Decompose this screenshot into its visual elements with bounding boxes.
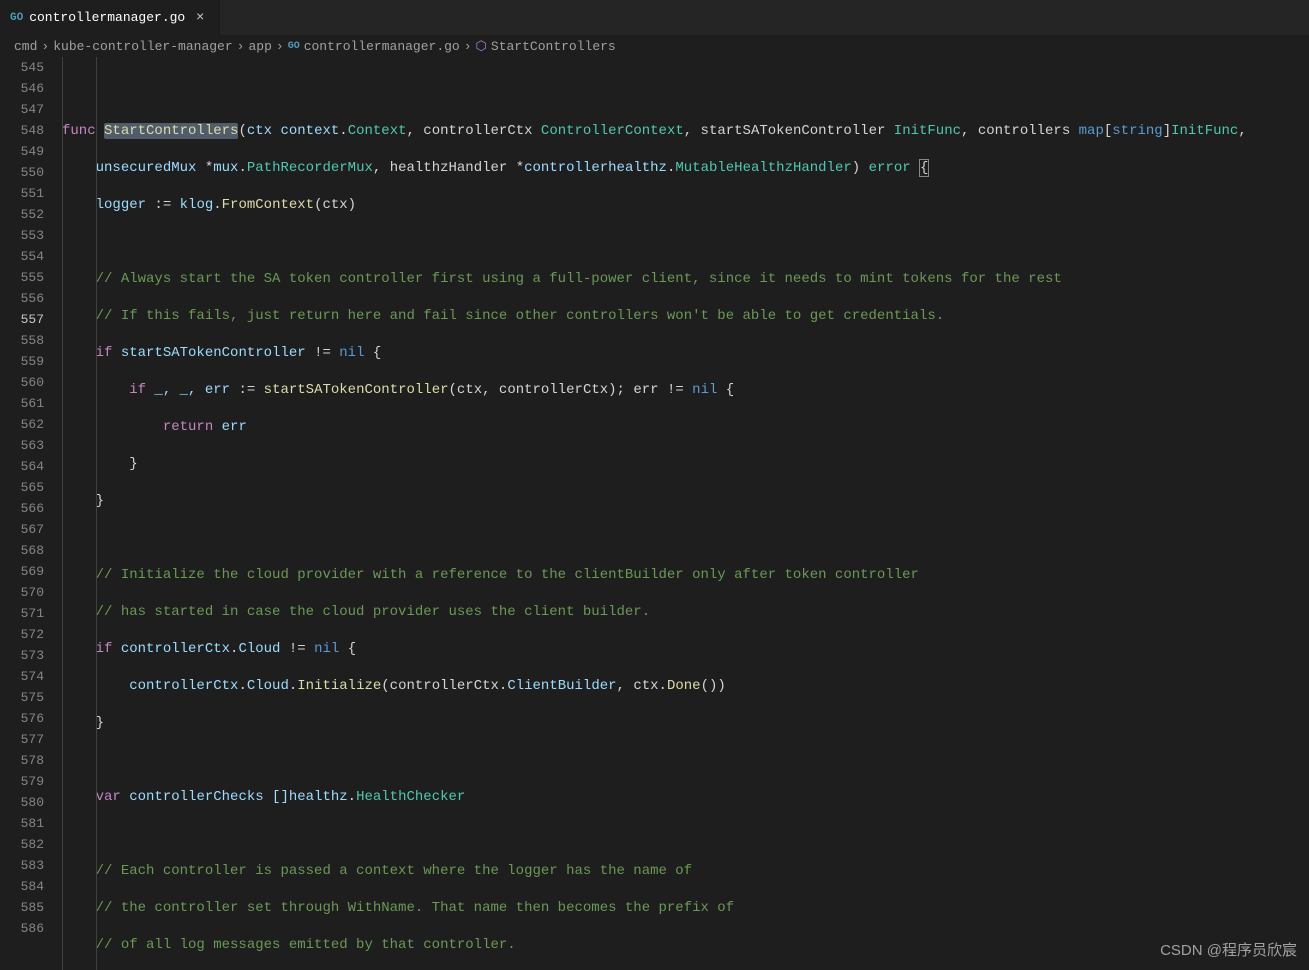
line-number: 556 xyxy=(0,288,44,309)
editor[interactable]: 5455465475485495505515525535545555565575… xyxy=(0,57,1309,970)
breadcrumb[interactable]: cmd › kube-controller-manager › app › GO… xyxy=(0,35,1309,57)
line-number: 550 xyxy=(0,162,44,183)
line-number: 583 xyxy=(0,855,44,876)
line-number: 581 xyxy=(0,813,44,834)
chevron-right-icon: › xyxy=(464,39,472,54)
line-number: 585 xyxy=(0,897,44,918)
breadcrumb-symbol[interactable]: StartControllers xyxy=(491,39,616,54)
line-number: 574 xyxy=(0,666,44,687)
line-number: 561 xyxy=(0,393,44,414)
breadcrumb-part[interactable]: app xyxy=(248,39,271,54)
breadcrumb-file[interactable]: controllermanager.go xyxy=(304,39,460,54)
breadcrumb-part[interactable]: cmd xyxy=(14,39,37,54)
line-number: 563 xyxy=(0,435,44,456)
tab-active[interactable]: GO controllermanager.go × xyxy=(0,0,220,35)
line-number: 582 xyxy=(0,834,44,855)
line-number: 562 xyxy=(0,414,44,435)
line-number: 559 xyxy=(0,351,44,372)
symbol-method-icon: ⬡ xyxy=(476,39,487,54)
line-number: 578 xyxy=(0,750,44,771)
line-number: 571 xyxy=(0,603,44,624)
line-number: 584 xyxy=(0,876,44,897)
line-number: 576 xyxy=(0,708,44,729)
line-number: 545 xyxy=(0,57,44,78)
line-number: 548 xyxy=(0,120,44,141)
line-number: 567 xyxy=(0,519,44,540)
line-number: 549 xyxy=(0,141,44,162)
watermark: CSDN @程序员欣宸 xyxy=(1160,939,1297,960)
go-file-icon: GO xyxy=(288,41,300,52)
line-number: 565 xyxy=(0,477,44,498)
line-number: 551 xyxy=(0,183,44,204)
line-number: 573 xyxy=(0,645,44,666)
line-number: 566 xyxy=(0,498,44,519)
line-number: 552 xyxy=(0,204,44,225)
line-number: 579 xyxy=(0,771,44,792)
line-number: 577 xyxy=(0,729,44,750)
code-area[interactable]: func StartControllers(ctx context.Contex… xyxy=(62,57,1309,970)
line-number: 569 xyxy=(0,561,44,582)
line-number: 572 xyxy=(0,624,44,645)
chevron-right-icon: › xyxy=(237,39,245,54)
function-name: StartControllers xyxy=(104,123,238,139)
tab-bar: GO controllermanager.go × xyxy=(0,0,1309,35)
go-file-icon: GO xyxy=(10,12,23,24)
chevron-right-icon: › xyxy=(276,39,284,54)
line-number: 570 xyxy=(0,582,44,603)
line-number: 580 xyxy=(0,792,44,813)
line-number: 586 xyxy=(0,918,44,939)
line-number-gutter: 5455465475485495505515525535545555565575… xyxy=(0,57,62,970)
line-number: 557 xyxy=(0,309,44,330)
line-number: 553 xyxy=(0,225,44,246)
line-number: 555 xyxy=(0,267,44,288)
line-number: 564 xyxy=(0,456,44,477)
close-icon[interactable]: × xyxy=(191,10,209,26)
breadcrumb-part[interactable]: kube-controller-manager xyxy=(53,39,232,54)
tab-filename: controllermanager.go xyxy=(29,10,185,25)
line-number: 560 xyxy=(0,372,44,393)
line-number: 575 xyxy=(0,687,44,708)
chevron-right-icon: › xyxy=(41,39,49,54)
line-number: 558 xyxy=(0,330,44,351)
line-number: 546 xyxy=(0,78,44,99)
line-number: 547 xyxy=(0,99,44,120)
line-number: 554 xyxy=(0,246,44,267)
line-number: 568 xyxy=(0,540,44,561)
